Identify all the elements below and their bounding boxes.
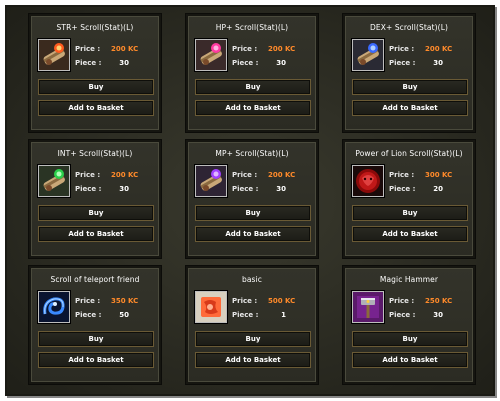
add-to-basket-button[interactable]: Add to Basket — [195, 226, 311, 242]
basic-parchment-icon — [195, 291, 227, 323]
buy-button[interactable]: Buy — [352, 205, 468, 221]
price-label: Price : — [75, 171, 101, 179]
item-info: Price : 200 KC Piece : 30 — [232, 168, 295, 196]
buy-button[interactable]: Buy — [195, 205, 311, 221]
price-value: 500 KC — [268, 297, 296, 305]
add-to-basket-button[interactable]: Add to Basket — [352, 352, 468, 368]
piece-value: 20 — [433, 185, 443, 193]
buy-button[interactable]: Buy — [38, 331, 154, 347]
lion-orb-icon — [352, 165, 384, 197]
magic-hammer-icon — [352, 291, 384, 323]
add-to-basket-button[interactable]: Add to Basket — [352, 226, 468, 242]
piece-label: Piece : — [232, 59, 259, 67]
piece-label: Piece : — [232, 185, 259, 193]
price-value: 200 KC — [111, 45, 139, 53]
scroll-green-icon — [38, 165, 70, 197]
piece-label: Piece : — [389, 59, 416, 67]
price-label: Price : — [75, 45, 101, 53]
add-to-basket-button[interactable]: Add to Basket — [195, 100, 311, 116]
teleport-swirl-icon — [38, 291, 70, 323]
item-title: basic — [242, 275, 262, 284]
item-card: DEX+ Scroll(Stat)(L) Price : 200 KC Piece… — [343, 14, 475, 132]
price-value: 200 KC — [268, 45, 296, 53]
price-value: 200 KC — [425, 45, 453, 53]
add-to-basket-button[interactable]: Add to Basket — [38, 226, 154, 242]
price-label: Price : — [389, 171, 415, 179]
buy-button[interactable]: Buy — [195, 331, 311, 347]
item-card: MP+ Scroll(Stat)(L) Price : 200 KC Piece … — [186, 140, 318, 258]
piece-label: Piece : — [75, 185, 102, 193]
piece-value: 30 — [119, 185, 129, 193]
item-title: INT+ Scroll(Stat)(L) — [57, 149, 133, 158]
item-info: Price : 250 KC Piece : 30 — [389, 294, 452, 322]
item-title: MP+ Scroll(Stat)(L) — [215, 149, 289, 158]
piece-value: 30 — [433, 311, 443, 319]
scroll-purple-icon — [195, 165, 227, 197]
price-value: 250 KC — [425, 297, 453, 305]
item-title: STR+ Scroll(Stat)(L) — [56, 23, 134, 32]
piece-label: Piece : — [75, 311, 102, 319]
price-label: Price : — [389, 45, 415, 53]
item-title: Magic Hammer — [379, 275, 439, 284]
add-to-basket-button[interactable]: Add to Basket — [38, 100, 154, 116]
price-label: Price : — [389, 297, 415, 305]
price-label: Price : — [232, 45, 258, 53]
item-info: Price : 300 KC Piece : 20 — [389, 168, 452, 196]
piece-label: Piece : — [232, 311, 259, 319]
buy-button[interactable]: Buy — [352, 331, 468, 347]
item-info: Price : 200 KC Piece : 30 — [75, 168, 138, 196]
price-label: Price : — [232, 297, 258, 305]
piece-label: Piece : — [389, 185, 416, 193]
item-card: Power of Lion Scroll(Stat)(L) Price : 300… — [343, 140, 475, 258]
item-card: basic Price : 500 KC Piece : 1 Buy Add to … — [186, 266, 318, 384]
piece-value: 30 — [119, 59, 129, 67]
piece-value: 1 — [281, 311, 286, 319]
price-label: Price : — [232, 171, 258, 179]
scroll-orange-icon — [38, 39, 70, 71]
item-info: Price : 200 KC Piece : 30 — [232, 42, 295, 70]
piece-value: 50 — [119, 311, 129, 319]
add-to-basket-button[interactable]: Add to Basket — [352, 100, 468, 116]
add-to-basket-button[interactable]: Add to Basket — [38, 352, 154, 368]
piece-value: 30 — [433, 59, 443, 67]
item-card: HP+ Scroll(Stat)(L) Price : 200 KC Piece … — [186, 14, 318, 132]
item-card: Magic Hammer Price : 250 KC Piece : 30 Buy… — [343, 266, 475, 384]
buy-button[interactable]: Buy — [38, 79, 154, 95]
buy-button[interactable]: Buy — [195, 79, 311, 95]
buy-button[interactable]: Buy — [38, 205, 154, 221]
piece-value: 30 — [276, 185, 286, 193]
item-info: Price : 500 KC Piece : 1 — [232, 294, 295, 322]
item-card: STR+ Scroll(Stat)(L) Price : 200 KC Piece… — [29, 14, 161, 132]
item-title: Scroll of teleport friend — [50, 275, 140, 284]
price-value: 200 KC — [111, 171, 139, 179]
add-to-basket-button[interactable]: Add to Basket — [195, 352, 311, 368]
item-title: HP+ Scroll(Stat)(L) — [215, 23, 289, 32]
scroll-blue-icon — [352, 39, 384, 71]
item-info: Price : 200 KC Piece : 30 — [389, 42, 452, 70]
item-info: Price : 350 KC Piece : 50 — [75, 294, 138, 322]
scroll-pink-icon — [195, 39, 227, 71]
piece-label: Piece : — [389, 311, 416, 319]
piece-label: Piece : — [75, 59, 102, 67]
shop-window: STR+ Scroll(Stat)(L) Price : 200 KC Piece… — [5, 5, 495, 396]
item-title: Power of Lion Scroll(Stat)(L) — [355, 149, 463, 158]
price-value: 200 KC — [268, 171, 296, 179]
item-card: Scroll of teleport friend Price : 350 KC … — [29, 266, 161, 384]
price-value: 350 KC — [111, 297, 139, 305]
item-title: DEX+ Scroll(Stat)(L) — [370, 23, 448, 32]
piece-value: 30 — [276, 59, 286, 67]
item-info: Price : 200 KC Piece : 30 — [75, 42, 138, 70]
item-card: INT+ Scroll(Stat)(L) Price : 200 KC Piece… — [29, 140, 161, 258]
item-grid: STR+ Scroll(Stat)(L) Price : 200 KC Piece… — [7, 7, 493, 394]
price-value: 300 KC — [425, 171, 453, 179]
price-label: Price : — [75, 297, 101, 305]
buy-button[interactable]: Buy — [352, 79, 468, 95]
